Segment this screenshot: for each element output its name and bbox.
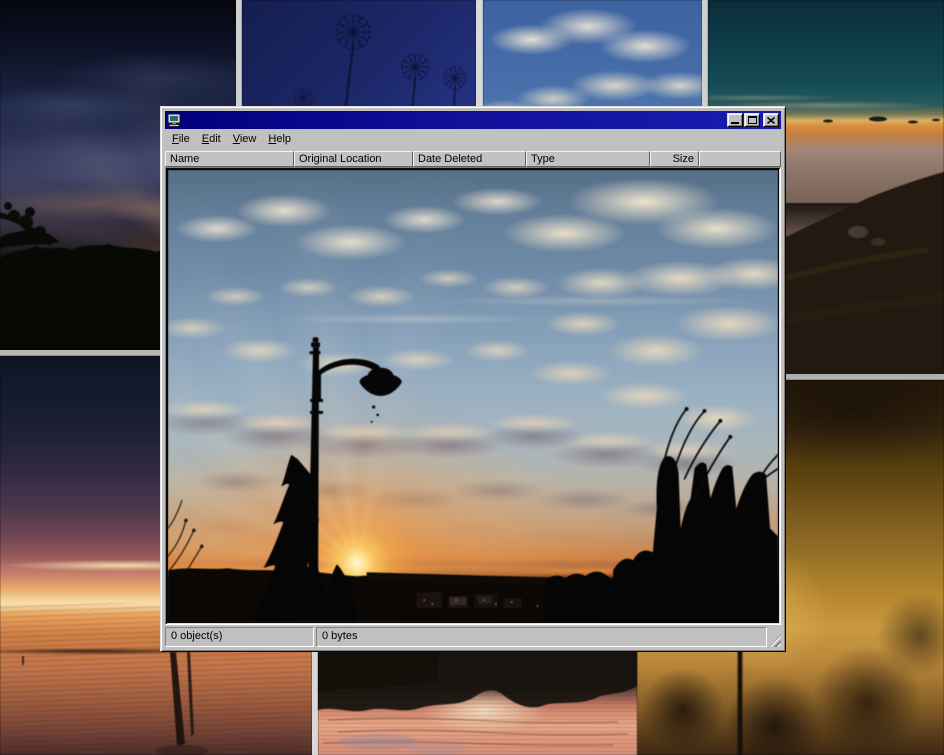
status-byte-count-text: 0 bytes: [322, 630, 357, 642]
window-controls: [727, 113, 779, 127]
column-header-name[interactable]: Name: [165, 151, 294, 167]
column-header-original-location[interactable]: Original Location: [294, 151, 413, 167]
column-header-type-label: Type: [531, 153, 555, 165]
menu-file-label: ile: [179, 133, 190, 145]
photo-silhouettes: [168, 170, 778, 622]
maximize-icon: [748, 116, 757, 124]
column-header-original-location-label: Original Location: [299, 153, 382, 165]
tree-reflection-silhouette: [318, 650, 637, 755]
maximize-button[interactable]: [744, 113, 760, 127]
close-button[interactable]: [763, 113, 779, 127]
column-header-size-label: Size: [673, 153, 694, 165]
column-header-date-deleted[interactable]: Date Deleted: [413, 151, 526, 167]
column-header-name-label: Name: [170, 153, 199, 165]
menu-edit-label: dit: [209, 133, 221, 145]
screen: { "window": { "title": "", "titlebar_col…: [0, 0, 944, 755]
cypress-silhouette: [253, 455, 332, 622]
recycle-bin-window: File Edit View Help Name Original Locati…: [160, 106, 786, 652]
column-header-filler[interactable]: [699, 151, 781, 167]
status-object-count: 0 object(s): [165, 627, 314, 647]
menu-view[interactable]: View: [227, 131, 263, 147]
computer-icon[interactable]: [167, 113, 181, 127]
status-byte-count: 0 bytes: [316, 627, 767, 647]
status-bar: 0 object(s) 0 bytes: [165, 627, 781, 647]
column-header-row: Name Original Location Date Deleted Type…: [165, 151, 781, 167]
column-header-type[interactable]: Type: [526, 151, 650, 167]
column-header-date-deleted-label: Date Deleted: [418, 153, 482, 165]
menu-file-accesskey: F: [172, 133, 179, 145]
menu-bar: File Edit View Help: [165, 129, 781, 149]
column-header-size[interactable]: Size: [650, 151, 699, 167]
minimize-button[interactable]: [727, 113, 743, 127]
resize-grip[interactable]: [767, 627, 781, 647]
status-object-count-text: 0 object(s): [171, 630, 222, 642]
menu-view-label: iew: [240, 133, 257, 145]
close-icon: [767, 117, 775, 124]
right-trees-silhouette: [546, 407, 778, 622]
titlebar[interactable]: [165, 111, 781, 129]
menu-help-label: elp: [276, 133, 291, 145]
menu-edit[interactable]: Edit: [196, 131, 227, 147]
menu-file[interactable]: File: [166, 131, 196, 147]
wallpaper-showthrough-photo: [168, 170, 778, 622]
wallpaper-tile-water-reflection: [318, 650, 637, 755]
menu-help[interactable]: Help: [262, 131, 297, 147]
menu-view-accesskey: V: [233, 133, 240, 145]
file-list-viewport[interactable]: [165, 167, 781, 625]
bush-silhouette: [323, 564, 357, 622]
minimize-icon: [731, 122, 739, 124]
pole-silhouette: [738, 650, 742, 755]
menu-edit-accesskey: E: [202, 133, 209, 145]
